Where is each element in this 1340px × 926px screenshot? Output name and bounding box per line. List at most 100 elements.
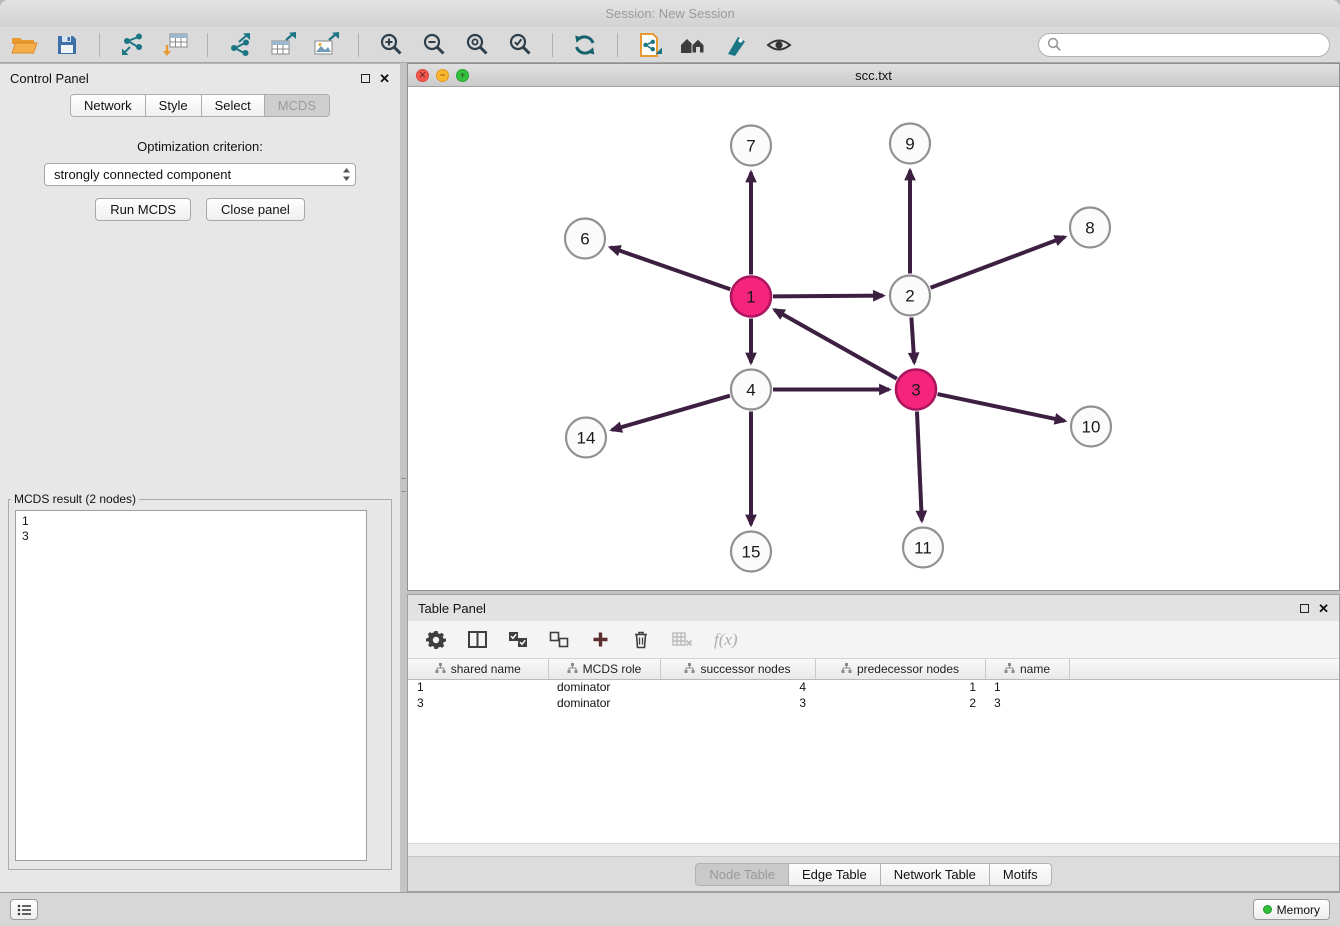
graph-node-8[interactable]: 8 (1070, 208, 1110, 248)
task-list-icon (17, 904, 32, 916)
apply-style-button[interactable] (722, 31, 750, 59)
select-all-button[interactable] (508, 631, 528, 648)
graph-node-2[interactable]: 2 (890, 276, 930, 316)
graph-node-7[interactable]: 7 (731, 126, 771, 166)
open-session-button[interactable] (10, 31, 38, 59)
export-table-button[interactable] (269, 31, 297, 59)
table-hscrollbar[interactable] (408, 843, 1339, 857)
graph-edge-3-10[interactable] (938, 394, 1065, 421)
vertical-splitter[interactable] (400, 63, 407, 892)
graph-node-6[interactable]: 6 (565, 219, 605, 259)
table-tabs: Node TableEdge TableNetwork TableMotifs (408, 857, 1339, 891)
toolbar-separator (99, 33, 100, 57)
close-panel-icon[interactable]: ✕ (379, 72, 390, 85)
control-panel: Control Panel ✕ NetworkStyleSelectMCDS O… (0, 63, 400, 892)
workspace: Control Panel ✕ NetworkStyleSelectMCDS O… (0, 63, 1340, 892)
create-column-button[interactable] (590, 631, 610, 648)
column-header-MCDS-role[interactable]: MCDS role (548, 659, 660, 679)
tab-motifs[interactable]: Motifs (990, 863, 1052, 886)
dropdown-arrows-icon (342, 167, 351, 182)
copy-style-button[interactable] (636, 31, 664, 59)
graph-edge-3-11[interactable] (917, 411, 922, 520)
control-panel-title: Control Panel (10, 71, 89, 86)
export-network-icon (227, 32, 253, 57)
tab-network[interactable]: Network (70, 94, 146, 117)
svg-text:6: 6 (580, 230, 589, 249)
column-header-successor-nodes[interactable]: successor nodes (660, 659, 815, 679)
zoom-selected-button[interactable] (506, 31, 534, 59)
graph-node-10[interactable]: 10 (1071, 407, 1111, 447)
run-mcds-button[interactable]: Run MCDS (95, 198, 191, 221)
control-panel-header: Control Panel ✕ (0, 64, 400, 92)
svg-text:1: 1 (746, 288, 755, 307)
graph-edge-3-1[interactable] (775, 310, 897, 379)
export-image-icon (313, 32, 340, 57)
show-columns-button[interactable] (467, 631, 487, 648)
svg-text:4: 4 (746, 381, 755, 400)
float-panel-icon[interactable] (361, 74, 370, 83)
svg-text:11: 11 (914, 539, 932, 558)
tab-style[interactable]: Style (146, 94, 202, 117)
delete-table-icon (672, 631, 693, 648)
float-table-panel-icon[interactable] (1300, 604, 1309, 613)
graph-node-14[interactable]: 14 (566, 418, 606, 458)
show-hide-button[interactable] (765, 31, 793, 59)
close-mcds-panel-button[interactable]: Close panel (206, 198, 305, 221)
import-table-icon (162, 32, 189, 57)
import-table-button[interactable] (161, 31, 189, 59)
columns-icon (468, 631, 487, 648)
svg-text:8: 8 (1085, 219, 1094, 238)
graph-node-15[interactable]: 15 (731, 532, 771, 572)
save-session-button[interactable] (53, 31, 81, 59)
table-settings-button[interactable] (426, 630, 446, 650)
column-header-predecessor-nodes[interactable]: predecessor nodes (815, 659, 985, 679)
function-builder-button: f(x) (714, 630, 738, 650)
tab-network-table[interactable]: Network Table (881, 863, 990, 886)
deselect-all-button[interactable] (549, 631, 569, 648)
graph-node-9[interactable]: 9 (890, 124, 930, 164)
tab-edge-table[interactable]: Edge Table (789, 863, 881, 886)
export-image-button[interactable] (312, 31, 340, 59)
import-network-button[interactable] (118, 31, 146, 59)
houses-icon (679, 34, 707, 56)
column-header-name[interactable]: name (985, 659, 1069, 679)
main-toolbar (0, 27, 1340, 63)
application-window: Session: New Session (0, 0, 1340, 926)
tab-node-table[interactable]: Node Table (695, 863, 789, 886)
column-header-shared-name[interactable]: shared name (408, 659, 548, 679)
criterion-dropdown[interactable]: strongly connected component (44, 163, 356, 186)
zoom-out-button[interactable] (420, 31, 448, 59)
mcds-result-item: 1 (22, 514, 360, 529)
graph-edge-1-6[interactable] (610, 247, 730, 289)
graph-node-11[interactable]: 11 (903, 528, 943, 568)
graph-node-4[interactable]: 4 (731, 370, 771, 410)
close-table-panel-icon[interactable]: ✕ (1318, 602, 1329, 615)
maximize-window-button[interactable]: + (456, 69, 469, 82)
search-input[interactable] (1067, 37, 1321, 52)
tab-select[interactable]: Select (202, 94, 265, 117)
refresh-layout-button[interactable] (571, 31, 599, 59)
task-history-button[interactable] (10, 899, 38, 920)
export-network-button[interactable] (226, 31, 254, 59)
first-neighbors-button[interactable] (679, 31, 707, 59)
graph-edge-2-8[interactable] (931, 237, 1065, 288)
table-row[interactable]: 1dominator411 (408, 679, 1339, 695)
mcds-buttons: Run MCDS Close panel (0, 198, 400, 221)
network-graph: 7 9 6 8 1 2 4 3 14 10 15 11 (408, 87, 1339, 590)
close-window-button[interactable]: ✕ (416, 69, 429, 82)
mcds-result-item: 3 (22, 529, 360, 544)
zoom-in-button[interactable] (377, 31, 405, 59)
tab-mcds[interactable]: MCDS (265, 94, 330, 117)
graph-node-1[interactable]: 1 (731, 277, 771, 317)
zoom-fit-button[interactable] (463, 31, 491, 59)
search-box (1038, 33, 1330, 57)
graph-node-3[interactable]: 3 (896, 370, 936, 410)
network-canvas[interactable]: 7 9 6 8 1 2 4 3 14 10 15 11 (408, 87, 1339, 590)
memory-button[interactable]: Memory (1253, 899, 1330, 920)
delete-column-button[interactable] (631, 630, 651, 649)
graph-edge-1-2[interactable] (773, 296, 883, 297)
graph-edge-2-3[interactable] (911, 317, 914, 362)
table-row[interactable]: 3dominator323 (408, 695, 1339, 711)
minimize-window-button[interactable]: − (436, 69, 449, 82)
graph-edge-4-14[interactable] (612, 396, 730, 430)
